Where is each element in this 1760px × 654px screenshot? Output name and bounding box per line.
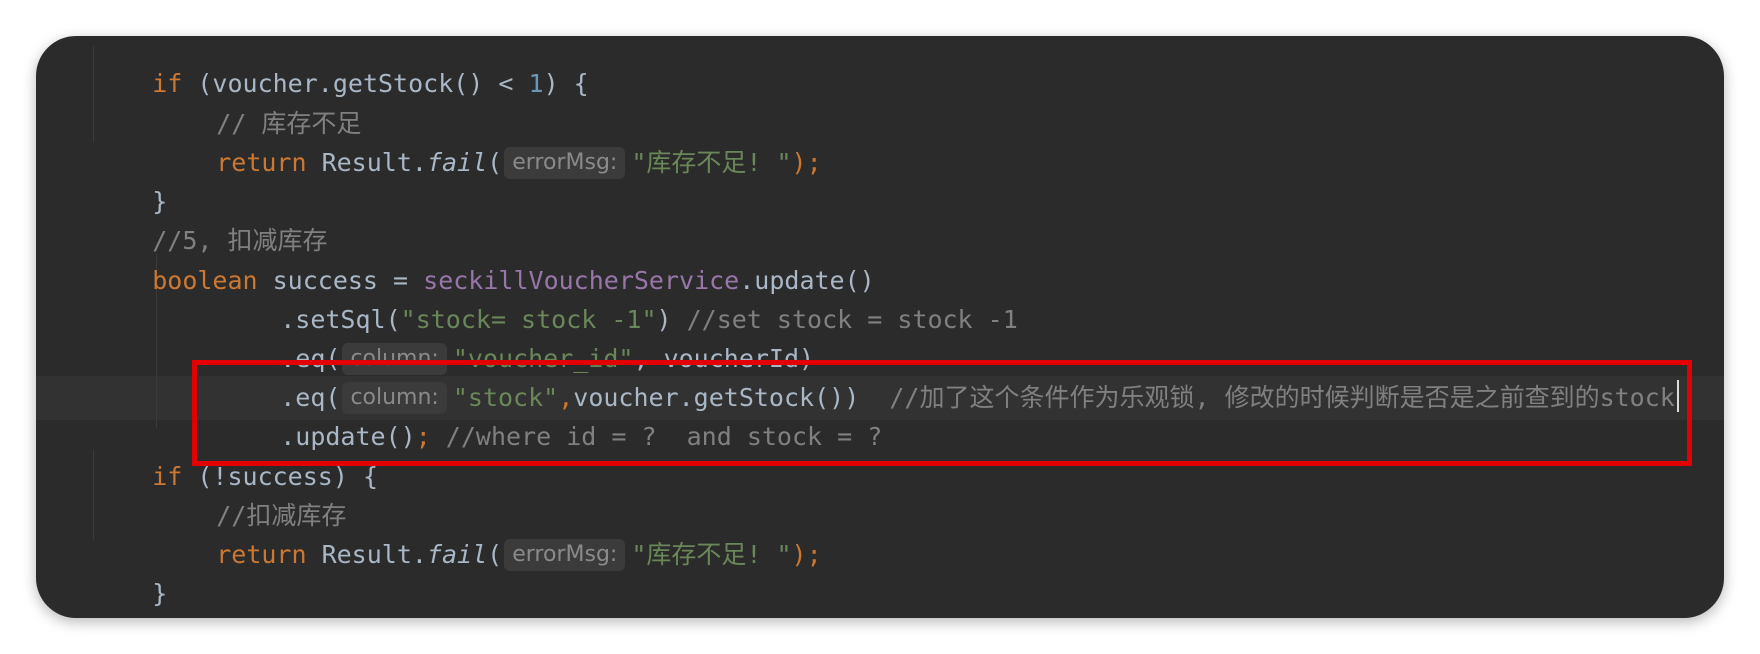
annotation-highlight-box xyxy=(192,360,1692,466)
method-name: fail xyxy=(426,148,488,177)
parameter-hint: errorMsg: xyxy=(504,147,626,179)
code-editor[interactable]: if (voucher.getStock() < 1) { // 库存不足 re… xyxy=(36,36,1724,618)
string-literal: "库存不足! " xyxy=(631,540,792,569)
keyword: return xyxy=(216,540,307,569)
code-line[interactable]: } xyxy=(92,528,167,608)
code-line[interactable]: return Result.fail(errorMsg: "库存不足! "); xyxy=(92,489,822,571)
code-line[interactable]: //5, 扣减库存 xyxy=(92,175,327,255)
code-line[interactable]: // 库存不足 xyxy=(92,58,361,138)
code-text: ) { xyxy=(543,69,589,98)
code-text: Result. xyxy=(306,540,427,569)
code-line[interactable]: .setSql("stock= stock -1") //set stock =… xyxy=(92,254,1018,334)
code-line[interactable]: boolean success = seckillVoucherService.… xyxy=(92,215,874,295)
string-literal: "库存不足! " xyxy=(631,148,792,177)
code-text: Result. xyxy=(306,148,427,177)
code-text: } xyxy=(152,579,168,608)
keyword: return xyxy=(216,148,307,177)
code-line[interactable]: return Result.fail(errorMsg: "库存不足! "); xyxy=(92,97,822,179)
code-text: ( xyxy=(487,148,503,177)
code-line[interactable]: } xyxy=(92,136,167,216)
parameter-hint: errorMsg: xyxy=(504,539,626,571)
number-literal: 1 xyxy=(528,69,544,98)
code-text: ); xyxy=(791,148,822,177)
code-text: ( xyxy=(487,540,503,569)
code-text: ); xyxy=(791,540,822,569)
method-name: fail xyxy=(426,540,488,569)
code-line[interactable]: .eq(column: "voucher_id", voucherId) xyxy=(92,293,814,375)
